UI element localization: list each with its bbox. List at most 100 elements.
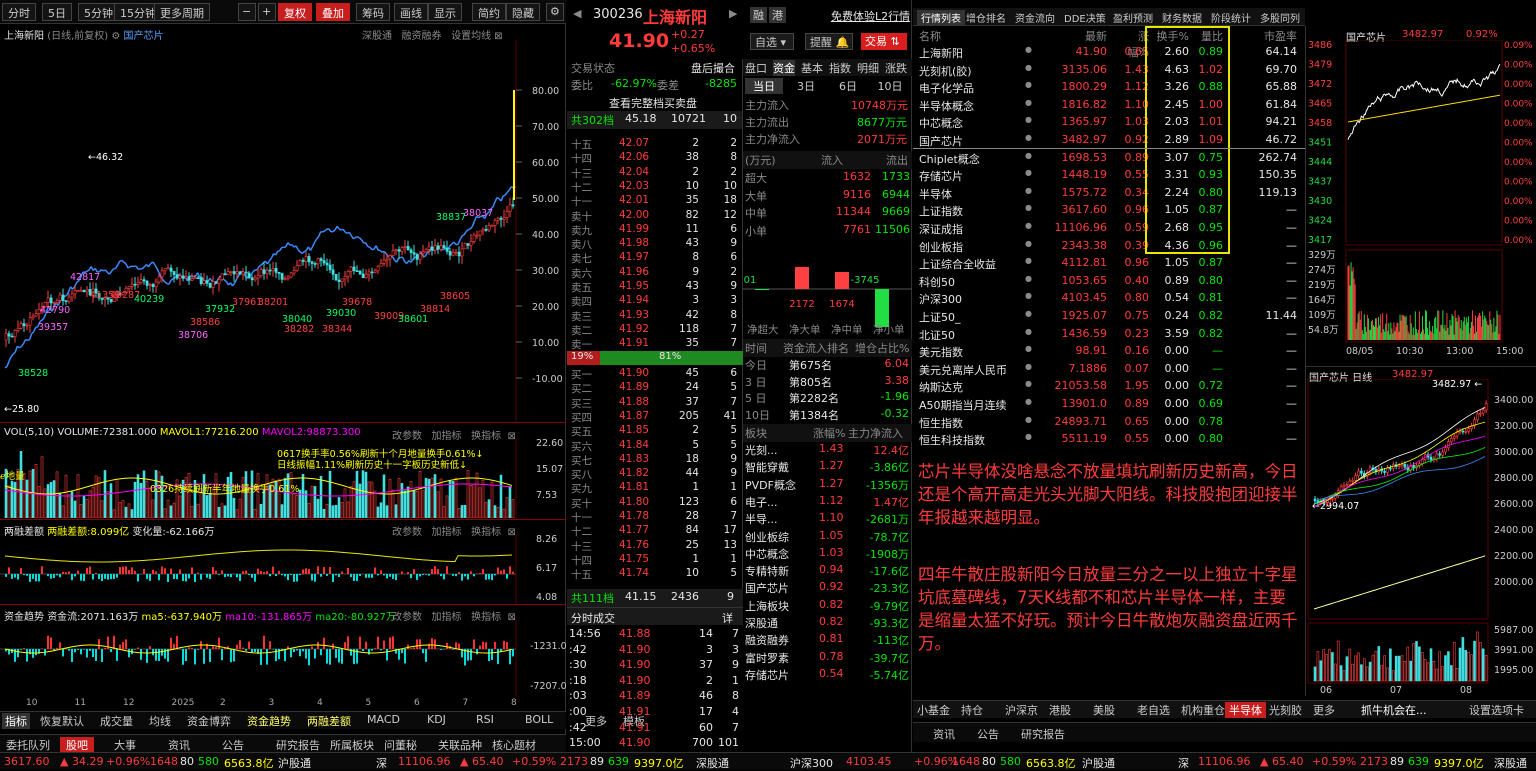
settings-icon[interactable]: ⚙ [546,3,564,21]
sector-row[interactable]: 电子...1.121.47亿 [743,493,912,511]
fund-tab[interactable]: 资金 [773,60,795,76]
draw-button[interactable]: 画线 [394,3,428,21]
row-menu-icon[interactable]: ● [1025,115,1032,124]
row-menu-icon[interactable]: ● [1025,327,1032,336]
market-row[interactable]: 光刻机(胶)3135.061.434.631.0269.70● [913,62,1305,80]
row-menu-icon[interactable]: ● [1025,397,1032,406]
sector-row[interactable]: 富时罗素0.78-39.7亿 [743,649,912,667]
indicator-tab[interactable]: 成交量 [100,713,133,729]
market-tab[interactable]: 多股同列 [1260,10,1300,26]
sgt-label-repeat[interactable]: 深股通 [1494,755,1527,771]
row-menu-icon[interactable]: ● [1025,98,1032,107]
row-menu-icon[interactable]: ● [1025,291,1032,300]
info-tab[interactable]: 所属板块 [330,737,374,753]
alert-button[interactable]: 提醒 🔔 [805,33,853,50]
market-row[interactable]: 存储芯片1448.190.553.310.93150.35● [913,167,1305,185]
kline-chart[interactable]: 80.0070.0060.0050.0040.0030.0020.0010.00… [0,40,566,422]
news-tab[interactable]: 研究报告 [1021,726,1065,742]
ticks-detail-button[interactable]: 详 [722,610,733,626]
period-tab[interactable]: 3日 [787,78,825,94]
indicator-tab[interactable]: BOLL [525,713,553,729]
market-row[interactable]: 沪深3004103.450.800.540.81—● [913,290,1305,308]
fund-tab[interactable]: 指数 [829,60,851,76]
row-menu-icon[interactable]: ● [1025,186,1032,195]
row-menu-icon[interactable]: ● [1025,63,1032,72]
fund-tab[interactable]: 明细 [857,60,879,76]
market-row[interactable]: 创业板指2343.380.394.360.96—● [913,238,1305,256]
row-menu-icon[interactable]: ● [1025,415,1032,424]
market-row[interactable]: 上海新阳41.900.652.600.8964.14● [913,44,1305,62]
market-tab[interactable]: DDE决策 [1064,10,1106,26]
tab-5day[interactable]: 5日 [42,3,72,21]
sector-row[interactable]: 深股通0.82-93.3亿 [743,614,912,632]
row-menu-icon[interactable]: ● [1025,133,1032,142]
tab-intraday[interactable]: 分时 [2,3,36,21]
indicator-tab[interactable]: RSI [476,713,494,729]
market-row[interactable]: 美元兑离岸人民币7.18860.070.00——● [913,361,1305,379]
market-row[interactable]: 科创501053.650.400.890.80—● [913,273,1305,291]
sector-tab[interactable]: 美股 [1093,702,1115,718]
trade-button[interactable]: 交易 ⇅ [861,33,907,50]
info-tab[interactable]: 研究报告 [276,737,320,753]
sector-tab[interactable]: 港股 [1049,702,1071,718]
row-menu-icon[interactable]: ● [1025,221,1032,230]
indicator-tab[interactable]: 指标 [2,713,30,729]
simple-button[interactable]: 简约 [472,3,506,21]
market-row[interactable]: 上证指数3617.600.961.050.87—● [913,202,1305,220]
market-row[interactable]: 恒生指数24893.710.650.000.78—● [913,414,1305,432]
market-row[interactable]: 中芯概念1365.971.032.031.0194.21● [913,114,1305,132]
mini-intraday-chart[interactable]: 34860.09%34790.00%34720.00%34650.00%3458… [1306,40,1536,360]
indicator-tab[interactable]: 资金博弈 [187,713,231,729]
market-tab[interactable]: 财务数据 [1162,10,1202,26]
market-row[interactable]: 上证50_1925.070.750.240.8211.44● [913,308,1305,326]
sector-row[interactable]: 创业板综1.05-78.7亿 [743,528,912,546]
row-menu-icon[interactable]: ● [1025,362,1032,371]
promo-tab[interactable]: 抓牛机会在... [1361,702,1427,718]
fundflow-chart[interactable]: -1231.00-7207.00 [0,619,566,697]
sector-row[interactable]: 光刻...1.4312.4亿 [743,441,912,459]
indicator-tab[interactable]: KDJ [427,713,446,729]
row-menu-icon[interactable]: ● [1025,151,1032,160]
news-tab[interactable]: 资讯 [933,726,955,742]
overlay-button[interactable]: 叠加 [316,3,350,21]
market-row[interactable]: 电子化学品1800.291.123.260.8865.88● [913,79,1305,97]
column-header[interactable]: 名称 [919,28,979,44]
sector-row[interactable]: 融资融券0.81-113亿 [743,631,912,649]
info-tab[interactable]: 关联品种 [438,737,482,753]
market-row[interactable]: 北证501436.590.233.590.82—● [913,326,1305,344]
sector-row[interactable]: 上海板块0.82-9.79亿 [743,597,912,615]
chips-button[interactable]: 筹码 [356,3,390,21]
sector-tab[interactable]: 光刻胶 [1269,702,1302,718]
market-tab[interactable]: 资金流向 [1015,10,1055,26]
row-menu-icon[interactable]: ● [1025,45,1032,54]
period-tab[interactable]: 当日 [745,78,783,94]
adjust-button[interactable]: 复权 [278,3,312,21]
sector-row[interactable]: 存储芯片0.54-5.74亿 [743,666,912,684]
market-tab[interactable]: 盈利预测 [1113,10,1153,26]
row-menu-icon[interactable]: ● [1025,256,1032,265]
prev-icon[interactable]: ◀ [573,7,581,20]
period-tab[interactable]: 10日 [871,78,909,94]
row-menu-icon[interactable]: ● [1025,379,1032,388]
tab-5min[interactable]: 5分钟 [78,3,119,21]
l2-promo-link[interactable]: 免费体验L2行情 [831,8,910,24]
fund-tab[interactable]: 盘口 [745,60,767,76]
market-row[interactable]: 半导体概念1816.821.102.451.0061.84● [913,97,1305,115]
tab-more-periods[interactable]: 更多周期 [154,3,210,21]
info-tab[interactable]: 大事 [114,737,136,753]
info-tab[interactable]: 公告 [222,737,244,753]
full-book-link[interactable]: 查看完整档买卖盘 [567,94,742,112]
market-row[interactable]: 恒生科技指数5511.190.550.000.80—● [913,431,1305,449]
market-row[interactable]: 深证成指11106.960.592.680.95—● [913,220,1305,238]
sector-row[interactable]: PVDF概念1.27-1356万 [743,476,912,494]
news-tab[interactable]: 公告 [977,726,999,742]
tab-settings[interactable]: 设置选项卡 [1469,702,1524,718]
row-menu-icon[interactable]: ● [1025,344,1032,353]
fund-tab[interactable]: 基本 [801,60,823,76]
market-row[interactable]: 半导体1575.720.342.240.80119.13● [913,185,1305,203]
sector-row[interactable]: 中芯概念1.03-1908万 [743,545,912,563]
hide-button[interactable]: 隐藏 [506,3,540,21]
info-tab[interactable]: 股吧 [60,737,94,753]
watchlist-button[interactable]: 自选 ▾ [750,33,794,50]
row-menu-icon[interactable]: ● [1025,239,1032,248]
